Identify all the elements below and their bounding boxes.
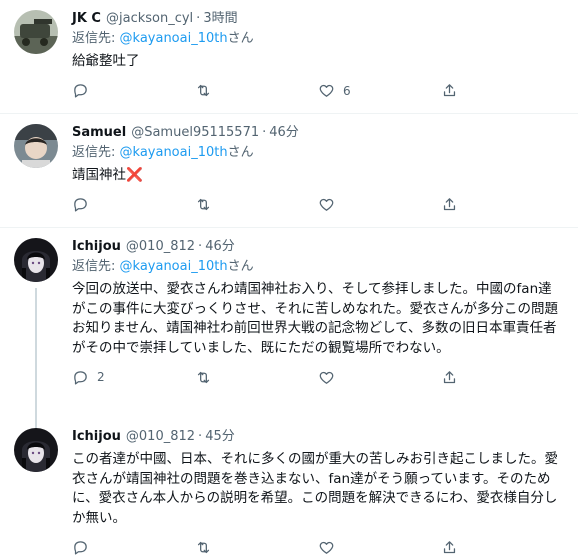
action-bar: 6 [72, 74, 564, 108]
reply-context: 返信先: @kayanoai_10thさん [72, 258, 564, 276]
reply-context: 返信先: @kayanoai_10thさん [72, 30, 564, 48]
retweet-icon [197, 84, 210, 97]
author-name[interactable]: JK C [72, 10, 101, 28]
tweet-content: Ichijou @010_812 · 45分 この者達が中國、日本、それに多くの… [72, 428, 564, 559]
retweet-icon [197, 371, 210, 383]
separator-dot: · [196, 11, 201, 26]
tweet-text-body: 靖国神社 [72, 167, 126, 183]
reply-context: 返信先: @kayanoai_10thさん [72, 144, 564, 162]
tweet[interactable]: JK C @jackson_cyl · 3時間 返信先: @kayanoai_1… [0, 0, 578, 114]
reply-suffix: さん [227, 31, 254, 46]
reply-button[interactable] [72, 539, 195, 556]
retweet-button[interactable] [195, 196, 318, 213]
action-bar [72, 188, 564, 222]
tweet-text: 靖国神社❌ [72, 166, 564, 186]
reply-icon [74, 198, 87, 212]
like-button[interactable]: 6 [318, 82, 441, 99]
author-handle[interactable]: @Samuel95115571 [131, 124, 259, 142]
tweet[interactable]: Samuel @Samuel95115571 · 46分 返信先: @kayan… [0, 114, 578, 228]
reply-suffix: さん [227, 259, 254, 274]
reply-feed: JK C @jackson_cyl · 3時間 返信先: @kayanoai_1… [0, 0, 578, 559]
avatar[interactable] [14, 238, 58, 282]
timestamp[interactable]: 45分 [205, 428, 235, 446]
author-name[interactable]: Ichijou [72, 428, 121, 446]
tweet-header: JK C @jackson_cyl · 3時間 [72, 10, 564, 28]
retweet-button[interactable] [195, 82, 318, 99]
share-icon [443, 84, 456, 97]
author-handle[interactable]: @010_812 [126, 428, 195, 446]
action-bar [72, 530, 564, 559]
avatar-column [14, 238, 62, 438]
reply-count: 2 [97, 370, 105, 384]
reply-icon [74, 370, 87, 385]
avatar-column [14, 10, 62, 113]
reply-prefix: 返信先: [72, 145, 120, 160]
reply-icon [74, 84, 87, 98]
separator-dot: · [262, 125, 267, 140]
reply-suffix: さん [227, 145, 254, 160]
reply-button[interactable] [72, 196, 195, 213]
share-button[interactable] [441, 539, 564, 556]
tweet[interactable]: Ichijou @010_812 · 46分 返信先: @kayanoai_10… [0, 228, 578, 438]
reply-prefix: 返信先: [72, 31, 120, 46]
tweet-content: Ichijou @010_812 · 46分 返信先: @kayanoai_10… [72, 238, 564, 418]
tweet-text: 給爺整吐了 [72, 53, 140, 69]
action-bar: 2 [72, 360, 564, 394]
like-icon [319, 198, 334, 211]
timestamp[interactable]: 46分 [269, 124, 299, 142]
share-icon [443, 198, 456, 211]
like-button[interactable] [318, 369, 441, 386]
timestamp[interactable]: 46分 [205, 238, 235, 256]
retweet-button[interactable] [195, 539, 318, 556]
like-icon [319, 541, 334, 554]
avatar[interactable] [14, 124, 58, 168]
timestamp[interactable]: 3時間 [203, 10, 237, 28]
retweet-button[interactable] [195, 369, 318, 386]
retweet-icon [197, 198, 210, 211]
tweet-header: Samuel @Samuel95115571 · 46分 [72, 124, 564, 142]
avatar-column [14, 124, 62, 227]
tweet-content: Samuel @Samuel95115571 · 46分 返信先: @kayan… [72, 124, 564, 227]
reply-icon [74, 540, 87, 555]
separator-dot: · [198, 429, 203, 444]
mention-link[interactable]: @kayanoai_10th [120, 145, 228, 160]
retweet-icon [197, 541, 210, 553]
mention-link[interactable]: @kayanoai_10th [120, 259, 228, 274]
reply-button[interactable]: 2 [72, 369, 195, 386]
tweet-text: 今回の放送中、愛衣さんわ靖国神社お入り、そして参拝しました。中國のfan達がこの… [72, 281, 558, 356]
tweet-content: JK C @jackson_cyl · 3時間 返信先: @kayanoai_1… [72, 10, 564, 113]
share-icon [443, 540, 456, 553]
thread-line [35, 288, 37, 438]
tweet[interactable]: Ichijou @010_812 · 45分 この者達が中國、日本、それに多くの… [0, 418, 578, 559]
share-button[interactable] [441, 196, 564, 213]
mention-link[interactable]: @kayanoai_10th [120, 31, 228, 46]
like-count: 6 [343, 83, 351, 98]
author-name[interactable]: Samuel [72, 124, 126, 142]
avatar-column [14, 428, 62, 559]
like-icon [319, 84, 334, 97]
avatar[interactable] [14, 428, 58, 472]
share-button[interactable] [441, 369, 564, 386]
avatar[interactable] [14, 10, 58, 54]
author-handle[interactable]: @jackson_cyl [106, 10, 193, 28]
like-button[interactable] [318, 539, 441, 556]
like-icon [319, 371, 334, 384]
share-button[interactable] [441, 82, 564, 99]
author-handle[interactable]: @010_812 [126, 238, 195, 256]
share-icon [443, 370, 456, 383]
separator-dot: · [198, 239, 203, 254]
reply-prefix: 返信先: [72, 259, 120, 274]
author-name[interactable]: Ichijou [72, 238, 121, 256]
reply-button[interactable] [72, 82, 195, 99]
tweet-header: Ichijou @010_812 · 45分 [72, 428, 564, 446]
cross-mark-emoji: ❌ [126, 167, 143, 183]
like-button[interactable] [318, 196, 441, 213]
tweet-text: この者達が中國、日本、それに多くの國が重大の苦しみお引き起こしました。愛衣さんが… [72, 451, 558, 526]
tweet-header: Ichijou @010_812 · 46分 [72, 238, 564, 256]
